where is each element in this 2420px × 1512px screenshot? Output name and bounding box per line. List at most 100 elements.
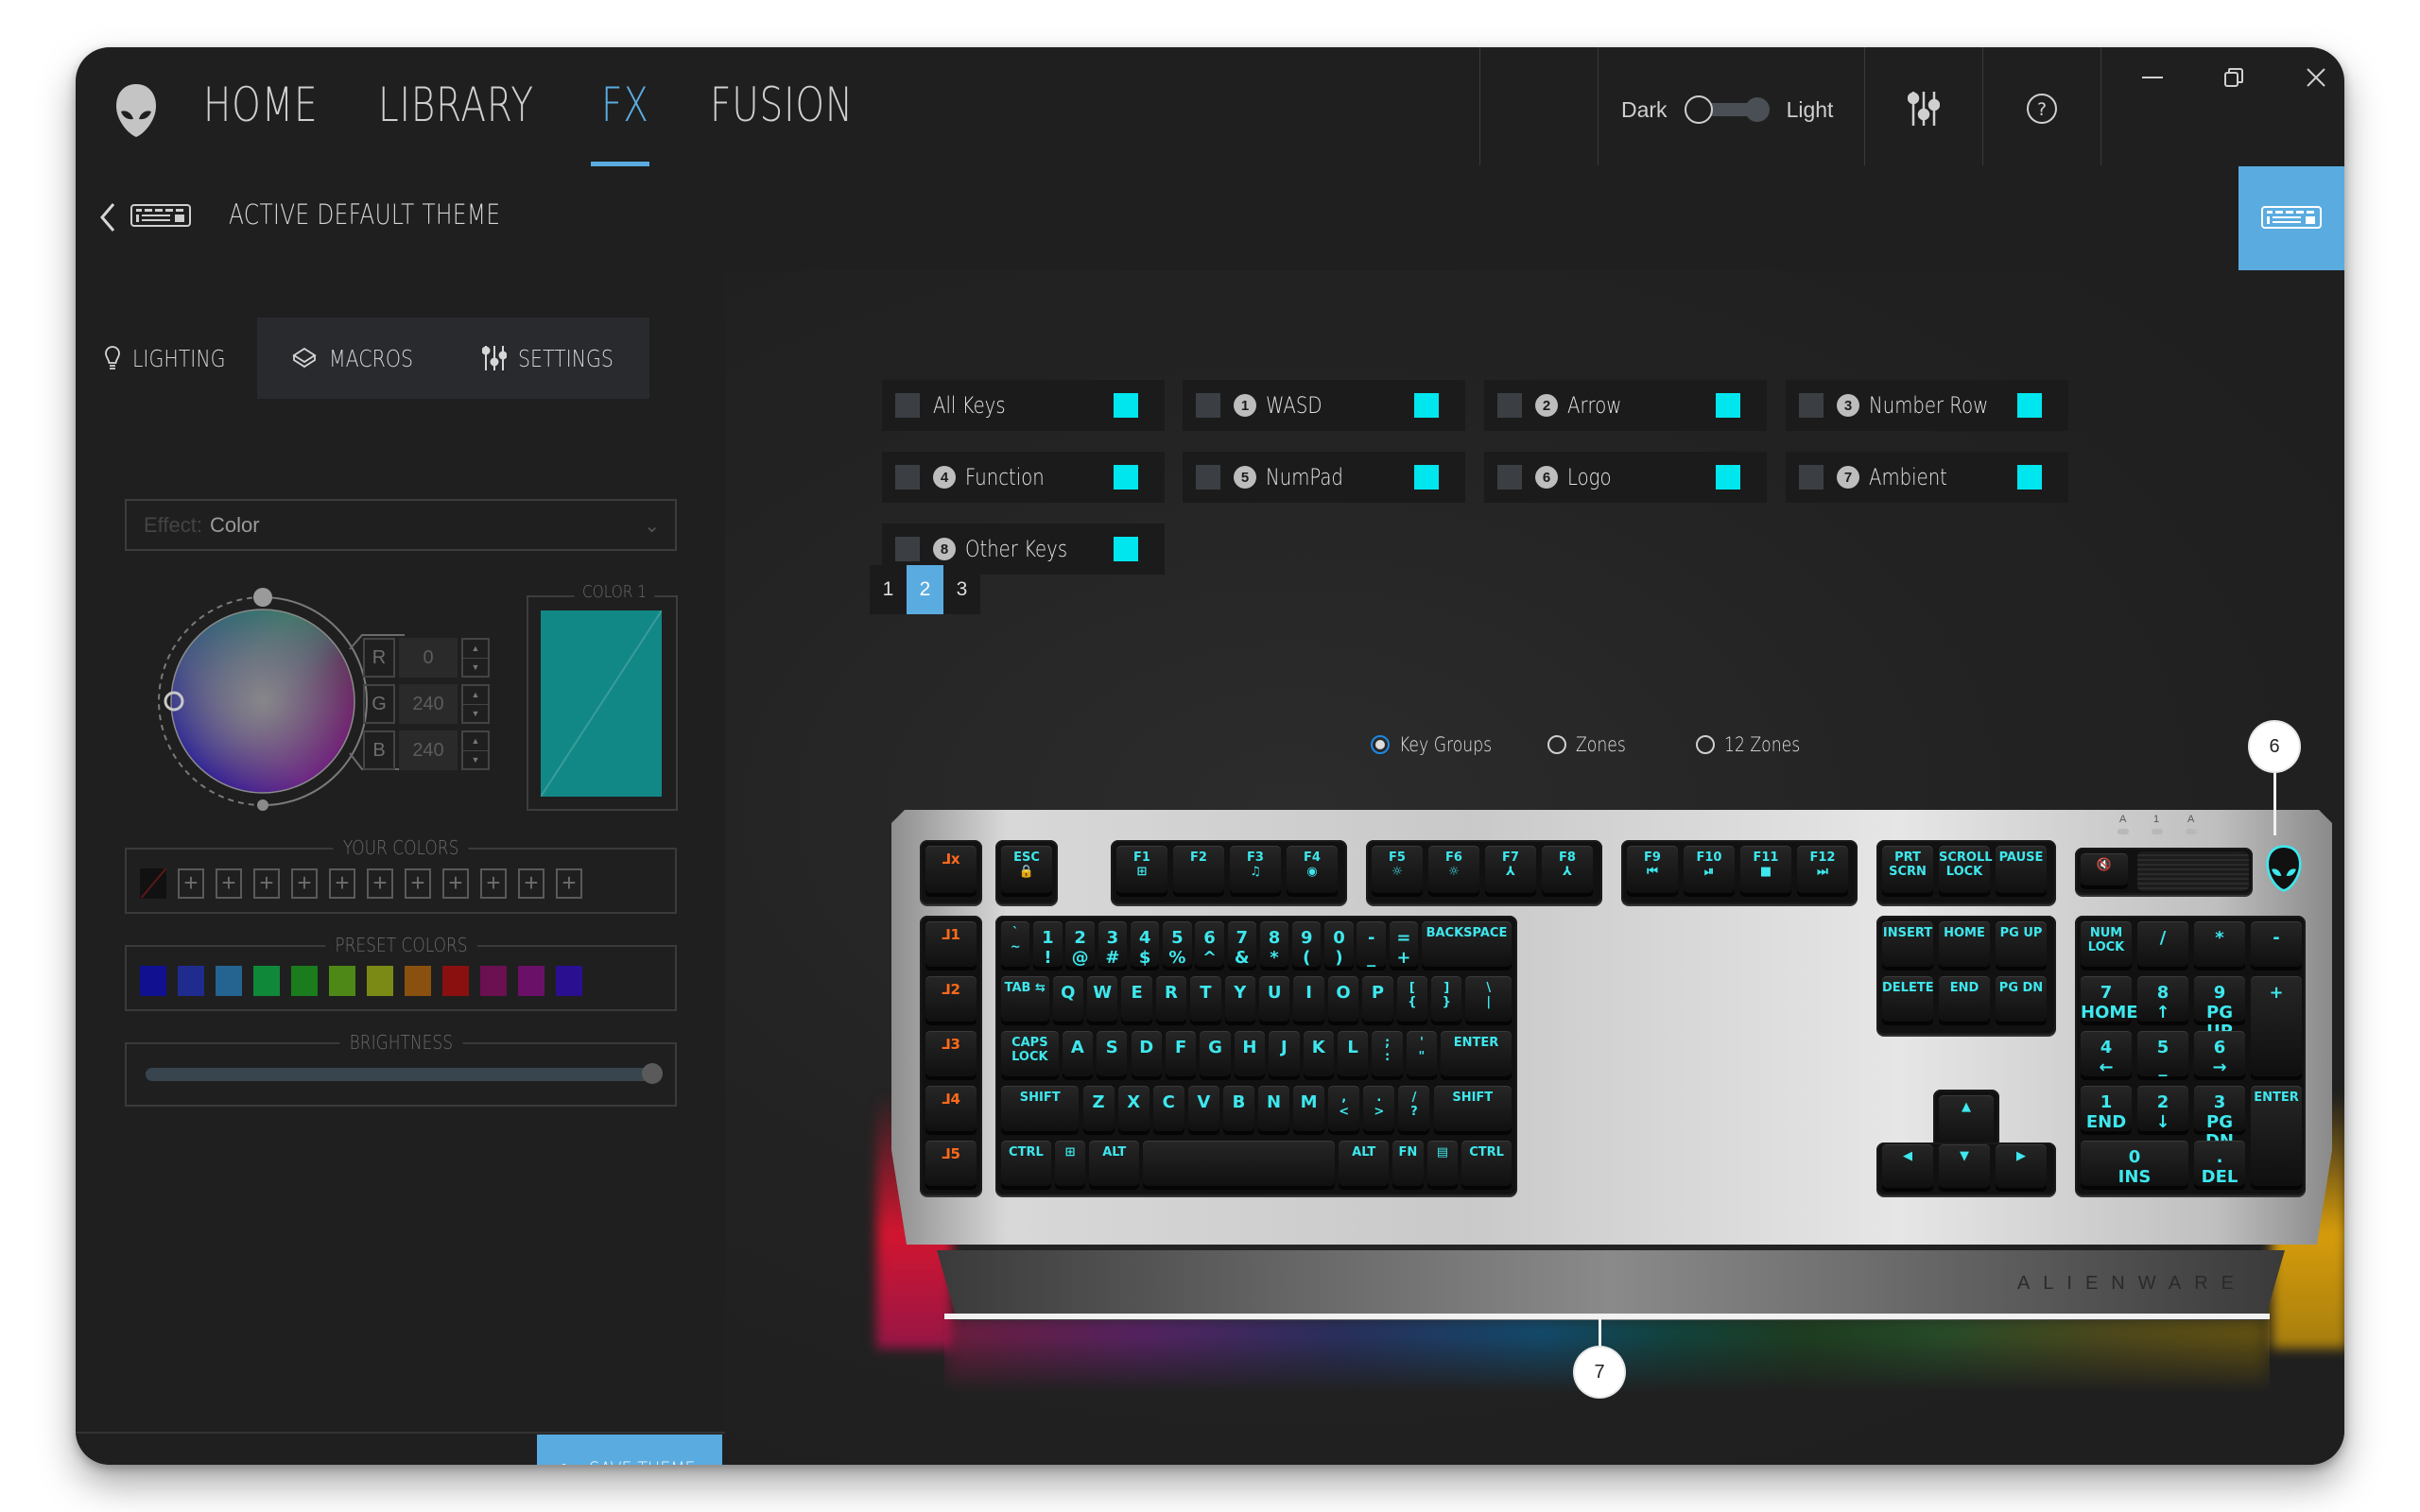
key[interactable]: / ? <box>1398 1086 1430 1135</box>
add-color-slot[interactable]: + <box>556 868 582 899</box>
function-key-f12[interactable]: F12 ⏭ <box>1797 846 1848 897</box>
help-button[interactable]: ? <box>2001 85 2082 132</box>
numpad-key[interactable]: * <box>2194 921 2245 971</box>
preset-color-swatch[interactable] <box>291 966 318 996</box>
key-group-function[interactable]: 4 Function <box>882 452 1165 503</box>
key[interactable]: T <box>1190 976 1221 1025</box>
key[interactable]: ENTER <box>1441 1031 1512 1080</box>
nav-fx[interactable]: FX <box>601 77 649 132</box>
ambient-light-bar[interactable] <box>944 1314 2270 1319</box>
tab-settings[interactable]: SETTINGS <box>482 318 634 399</box>
nav-library[interactable]: LIBRARY <box>378 77 534 132</box>
checkbox[interactable] <box>1497 393 1522 418</box>
key[interactable]: J <box>1269 1031 1300 1080</box>
key[interactable]: SHIFT <box>1433 1086 1512 1135</box>
radio-selected[interactable] <box>1371 735 1390 754</box>
add-color-slot[interactable]: + <box>518 868 544 899</box>
color-swatch[interactable] <box>1716 393 1740 418</box>
blue-stepper[interactable]: ▲ ▼ <box>461 730 490 770</box>
checkbox[interactable] <box>1799 465 1824 490</box>
function-key-f1[interactable]: F1 ⊞ <box>1116 846 1167 897</box>
macro-key-record[interactable]: ⅃x <box>925 846 977 897</box>
system-key[interactable]: SCROLL LOCK <box>1939 846 1993 897</box>
decrement-icon[interactable]: ▼ <box>463 657 488 677</box>
key[interactable]: ] } <box>1431 976 1462 1025</box>
key[interactable]: ; : <box>1372 1031 1403 1080</box>
increment-icon[interactable]: ▲ <box>463 732 488 750</box>
numpad-zero-key[interactable]: 0 INS <box>2081 1141 2188 1190</box>
key[interactable]: Q <box>1052 976 1083 1025</box>
navigation-key[interactable]: PG DN <box>1996 976 2047 1025</box>
checkbox[interactable] <box>1196 465 1220 490</box>
numpad-key[interactable]: 4 ← <box>2081 1031 2132 1080</box>
checkbox[interactable] <box>895 465 920 490</box>
numpad-key[interactable]: / <box>2137 921 2188 971</box>
key[interactable]: N <box>1258 1086 1290 1135</box>
arrow-down-key[interactable]: ▼ <box>1939 1144 1990 1192</box>
system-key[interactable]: PRT SCRN <box>1882 846 1933 897</box>
number-row-key[interactable]: 8 * <box>1259 921 1289 971</box>
key[interactable]: ALT <box>1339 1141 1390 1190</box>
number-row-key[interactable]: ` ~ <box>1001 921 1030 971</box>
macro-key-3[interactable]: ⅃3 <box>925 1031 977 1080</box>
number-row-key[interactable]: BACKSPACE <box>1421 921 1512 971</box>
back-chevron-icon[interactable] <box>95 198 123 236</box>
decrement-icon[interactable]: ▼ <box>463 703 488 723</box>
function-key-f9[interactable]: F9 ⏮ <box>1627 846 1678 897</box>
no-color-swatch[interactable] <box>140 868 166 899</box>
key[interactable]: G <box>1200 1031 1231 1080</box>
numpad-key[interactable]: NUM LOCK <box>2081 921 2132 971</box>
key[interactable]: F <box>1165 1031 1197 1080</box>
key[interactable]: C <box>1152 1086 1184 1135</box>
numpad-plus-key[interactable]: + <box>2251 976 2302 1080</box>
callout-ambient-7[interactable]: 7 <box>1575 1348 1624 1397</box>
navigation-key[interactable]: HOME <box>1939 921 1990 971</box>
key[interactable]: X <box>1117 1086 1150 1135</box>
numpad-enter-key[interactable]: ENTER <box>2251 1086 2302 1190</box>
number-row-key[interactable]: - _ <box>1357 921 1386 971</box>
color-swatch[interactable] <box>1114 465 1138 490</box>
minimize-button[interactable] <box>2124 57 2181 98</box>
numpad-key[interactable]: 1 END <box>2081 1086 2132 1135</box>
key[interactable]: \ | <box>1465 976 1512 1025</box>
add-color-slot[interactable]: + <box>329 868 355 899</box>
green-input[interactable] <box>399 684 458 724</box>
key[interactable]: D <box>1131 1031 1162 1080</box>
arrow-left-key[interactable]: ◀ <box>1882 1144 1933 1192</box>
navigation-key[interactable]: END <box>1939 976 1990 1025</box>
save-theme-button[interactable]: ✔ SAVE THEME <box>537 1435 722 1465</box>
color1-swatch[interactable] <box>541 610 662 797</box>
key[interactable]: , < <box>1328 1086 1360 1135</box>
numpad-key[interactable]: . DEL <box>2194 1141 2245 1190</box>
mode-zones-radio[interactable]: Zones <box>1547 730 1636 759</box>
preset-color-swatch[interactable] <box>405 966 431 996</box>
color-wheel[interactable] <box>121 559 405 843</box>
key[interactable]: O <box>1327 976 1359 1025</box>
checkbox[interactable] <box>895 537 920 561</box>
slider-thumb[interactable] <box>642 1063 663 1084</box>
mute-key[interactable]: 🔇 <box>2081 853 2128 889</box>
key-group-numpad[interactable]: 5 NumPad <box>1183 452 1465 503</box>
color-swatch[interactable] <box>1114 393 1138 418</box>
increment-icon[interactable]: ▲ <box>463 640 488 658</box>
increment-icon[interactable]: ▲ <box>463 686 488 704</box>
color-swatch[interactable] <box>2017 393 2042 418</box>
key[interactable]: ALT <box>1089 1141 1140 1190</box>
key[interactable]: ⊞ <box>1054 1141 1086 1190</box>
function-key-f11[interactable]: F11 ■ <box>1740 846 1791 897</box>
key[interactable]: V <box>1187 1086 1219 1135</box>
brightness-slider[interactable] <box>146 1063 663 1084</box>
number-row-key[interactable]: = + <box>1389 921 1419 971</box>
color-swatch[interactable] <box>2017 465 2042 490</box>
number-row-key[interactable]: 6 ^ <box>1195 921 1224 971</box>
arrow-right-key[interactable]: ▶ <box>1996 1144 2047 1192</box>
add-color-slot[interactable]: + <box>253 868 280 899</box>
add-color-slot[interactable]: + <box>405 868 431 899</box>
system-key[interactable]: PAUSE <box>1996 846 2047 897</box>
mode-12-zones-radio[interactable]: 12 Zones <box>1696 730 1817 759</box>
key-group-ambient[interactable]: 7 Ambient <box>1786 452 2068 503</box>
numpad-key[interactable]: 2 ↓ <box>2137 1086 2188 1135</box>
key[interactable]: I <box>1293 976 1324 1025</box>
restore-button[interactable] <box>2205 57 2262 98</box>
green-stepper[interactable]: ▲ ▼ <box>461 684 490 724</box>
